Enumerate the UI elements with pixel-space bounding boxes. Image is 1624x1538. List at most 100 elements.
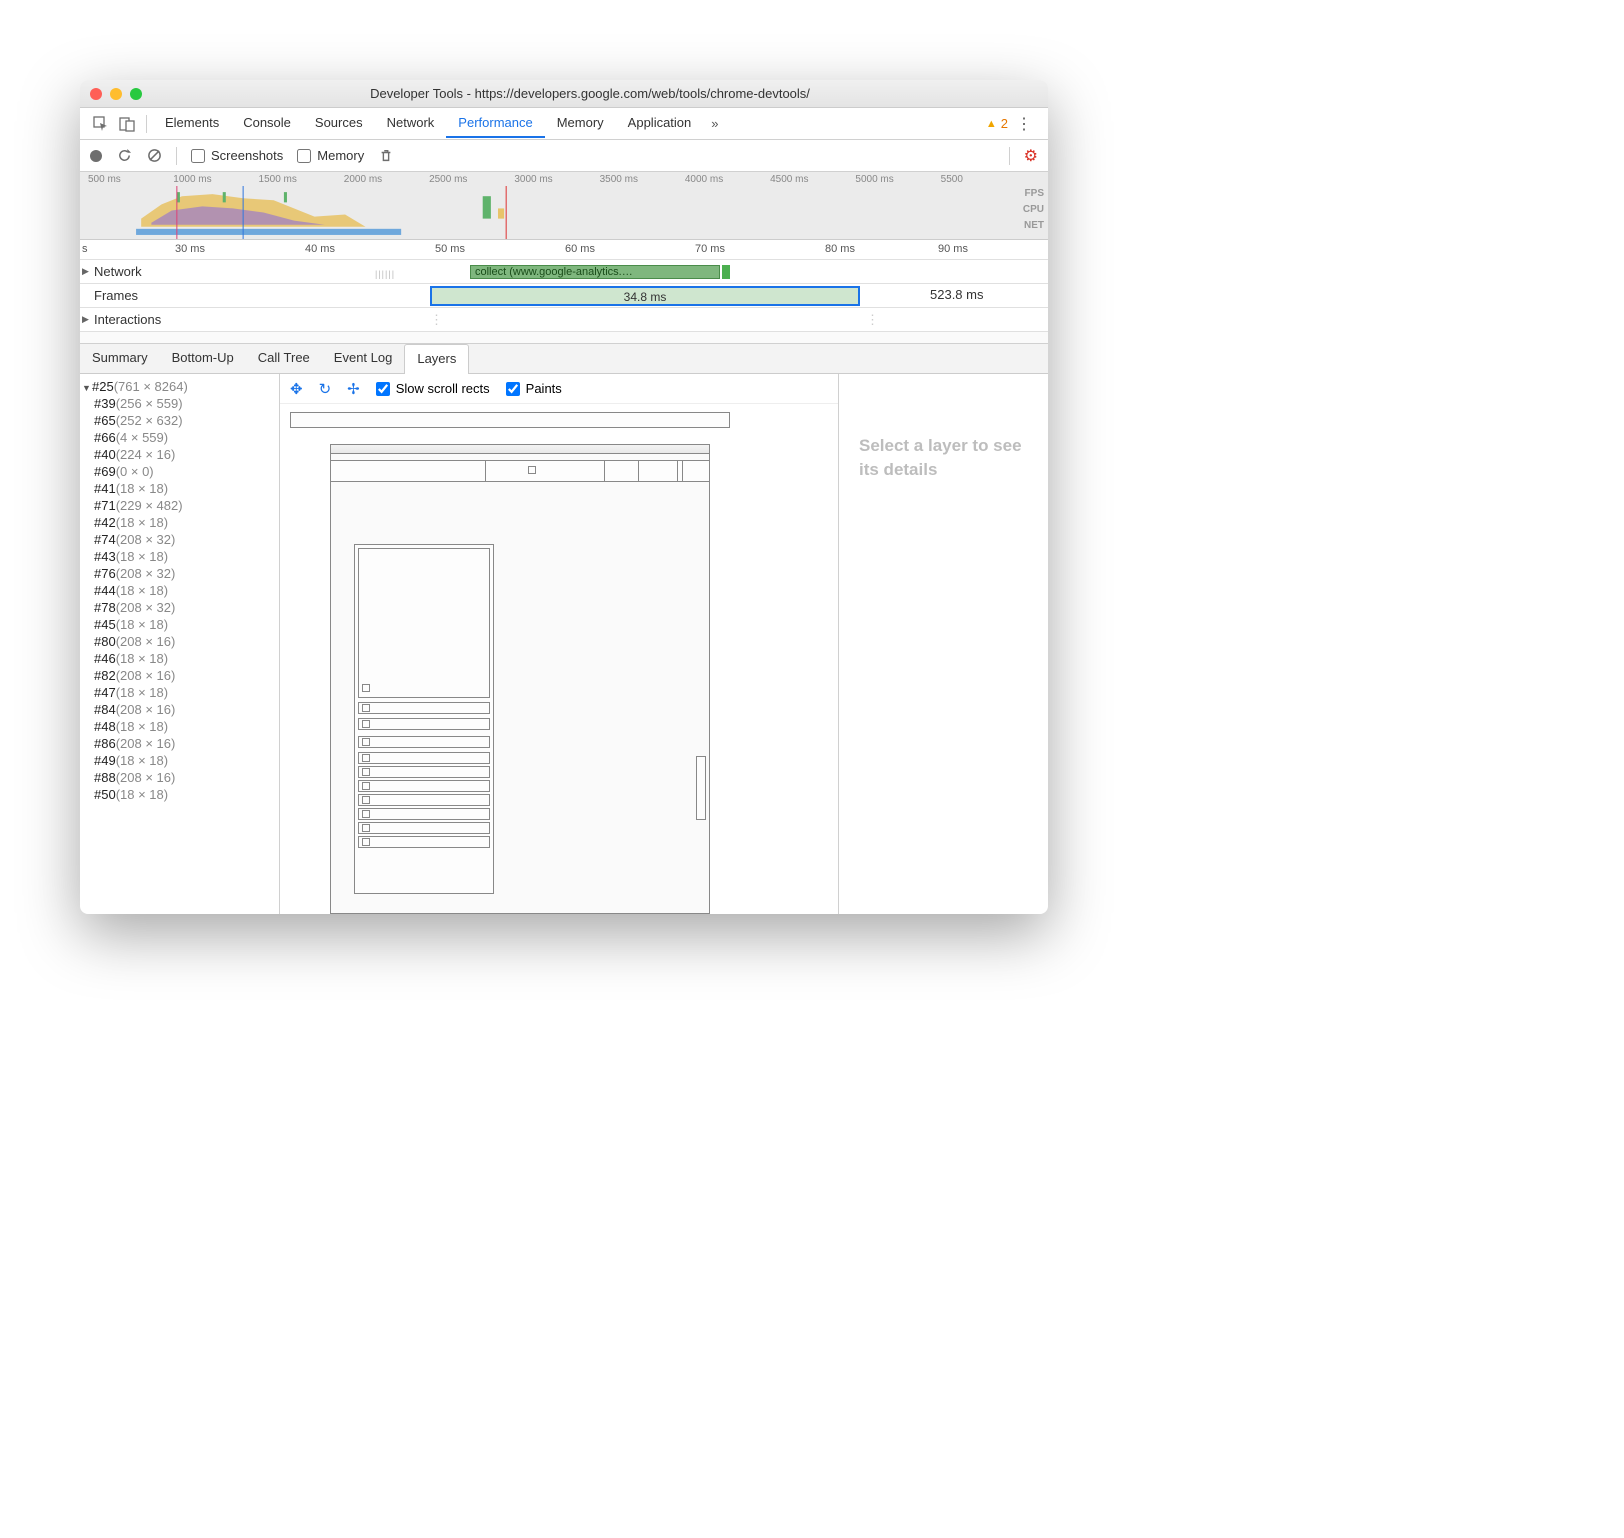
layer-tree-item[interactable]: #71(229 × 482) — [80, 497, 279, 514]
chevron-right-icon[interactable]: ▶ — [82, 266, 89, 277]
drag-handle-icon[interactable]: ⋮ — [866, 312, 879, 328]
record-icon[interactable] — [90, 150, 102, 162]
interactions-track[interactable]: ▶ Interactions ⋮ ⋮ — [80, 308, 1048, 332]
dtab-calltree[interactable]: Call Tree — [246, 344, 322, 373]
timeline-overview[interactable]: 500 ms 1000 ms 1500 ms 2000 ms 2500 ms 3… — [80, 172, 1048, 240]
layer-tree-item[interactable]: #50(18 × 18) — [80, 786, 279, 803]
layer-tree-item[interactable]: #88(208 × 16) — [80, 769, 279, 786]
layer-rect[interactable] — [358, 780, 490, 792]
layer-rect[interactable] — [362, 796, 370, 804]
layer-canvas[interactable] — [280, 404, 838, 914]
inspect-icon[interactable] — [88, 112, 114, 136]
layer-rect[interactable] — [358, 822, 490, 834]
rotate-icon[interactable]: ↻ — [319, 380, 332, 398]
screenshots-checkbox[interactable]: Screenshots — [191, 148, 283, 163]
dtab-bottomup[interactable]: Bottom-Up — [160, 344, 246, 373]
layer-tree-item[interactable]: #43(18 × 18) — [80, 548, 279, 565]
layer-tree-item[interactable]: #65(252 × 632) — [80, 412, 279, 429]
layer-rect[interactable] — [358, 752, 490, 764]
layer-tree-item[interactable]: #40(224 × 16) — [80, 446, 279, 463]
layer-rect[interactable] — [682, 460, 710, 482]
layer-tree-item[interactable]: #49(18 × 18) — [80, 752, 279, 769]
layer-tree-item[interactable]: #46(18 × 18) — [80, 650, 279, 667]
layer-rect[interactable] — [358, 794, 490, 806]
layer-rect[interactable] — [528, 466, 536, 474]
paints-checkbox[interactable]: Paints — [506, 381, 562, 396]
tab-application[interactable]: Application — [616, 109, 704, 138]
layer-tree[interactable]: ▼#25(761 × 8264)#39(256 × 559)#65(252 × … — [80, 374, 280, 914]
layer-rect[interactable] — [358, 808, 490, 820]
maximize-icon[interactable] — [130, 88, 142, 100]
layer-rect[interactable] — [362, 768, 370, 776]
layer-rect[interactable] — [362, 754, 370, 762]
dtab-summary[interactable]: Summary — [80, 344, 160, 373]
drag-handle-icon[interactable]: ⋮ — [430, 312, 443, 328]
network-request-bar[interactable]: collect (www.google-analytics.… — [470, 265, 720, 279]
layer-tree-item[interactable]: #66(4 × 559) — [80, 429, 279, 446]
layer-rect[interactable] — [362, 824, 370, 832]
layer-rect[interactable] — [485, 460, 605, 482]
memory-input[interactable] — [297, 149, 311, 163]
layer-tree-item[interactable]: #44(18 × 18) — [80, 582, 279, 599]
network-track[interactable]: ▶ Network |||||| collect (www.google-ana… — [80, 260, 1048, 284]
pan-icon[interactable]: ✥ — [290, 380, 303, 398]
layer-tree-item[interactable]: #39(256 × 559) — [80, 395, 279, 412]
kebab-menu-icon[interactable]: ⋮ — [1008, 114, 1040, 134]
tab-performance[interactable]: Performance — [446, 109, 544, 138]
close-icon[interactable] — [90, 88, 102, 100]
layer-rect[interactable] — [362, 738, 370, 746]
tab-elements[interactable]: Elements — [153, 109, 231, 138]
layer-rect[interactable] — [362, 704, 370, 712]
layer-tree-item[interactable]: #78(208 × 32) — [80, 599, 279, 616]
frames-track[interactable]: Frames 34.8 ms 523.8 ms — [80, 284, 1048, 308]
clear-icon[interactable] — [146, 148, 162, 164]
layer-tree-item[interactable]: #69(0 × 0) — [80, 463, 279, 480]
layer-rect[interactable] — [358, 718, 490, 730]
memory-checkbox[interactable]: Memory — [297, 148, 364, 163]
settings-gear-icon[interactable]: ⚙ — [1024, 146, 1038, 166]
warning-badge[interactable]: 2 — [986, 116, 1008, 131]
tab-memory[interactable]: Memory — [545, 109, 616, 138]
layer-rect[interactable] — [358, 736, 490, 748]
layer-rect[interactable] — [290, 412, 730, 428]
reload-icon[interactable] — [116, 148, 132, 164]
layer-rect[interactable] — [358, 702, 490, 714]
screenshots-input[interactable] — [191, 149, 205, 163]
frame-bar[interactable]: 34.8 ms — [430, 286, 860, 306]
layer-rect[interactable] — [358, 766, 490, 778]
panel-divider[interactable] — [80, 332, 1048, 344]
chevron-right-icon[interactable]: ▶ — [82, 314, 89, 325]
layer-tree-item[interactable]: #48(18 × 18) — [80, 718, 279, 735]
dtab-layers[interactable]: Layers — [404, 344, 469, 374]
layer-rect[interactable] — [358, 836, 490, 848]
paints-input[interactable] — [506, 382, 520, 396]
layer-tree-item[interactable]: #41(18 × 18) — [80, 480, 279, 497]
layer-tree-item[interactable]: #84(208 × 16) — [80, 701, 279, 718]
layer-tree-item[interactable]: #47(18 × 18) — [80, 684, 279, 701]
layer-rect[interactable] — [696, 756, 706, 820]
layer-tree-item[interactable]: #74(208 × 32) — [80, 531, 279, 548]
layer-tree-item[interactable]: #42(18 × 18) — [80, 514, 279, 531]
layer-rect[interactable] — [362, 838, 370, 846]
dtab-eventlog[interactable]: Event Log — [322, 344, 405, 373]
trash-icon[interactable] — [378, 148, 394, 164]
layer-rect[interactable] — [362, 720, 370, 728]
layer-rect[interactable] — [358, 548, 490, 698]
layer-tree-item[interactable]: #86(208 × 16) — [80, 735, 279, 752]
more-tabs-icon[interactable]: » — [703, 116, 726, 131]
minimize-icon[interactable] — [110, 88, 122, 100]
layer-rect[interactable] — [362, 684, 370, 692]
detail-ruler[interactable]: s 30 ms 40 ms 50 ms 60 ms 70 ms 80 ms 90… — [80, 240, 1048, 260]
slow-scroll-input[interactable] — [376, 382, 390, 396]
layer-rect[interactable] — [362, 810, 370, 818]
layer-rect[interactable] — [362, 782, 370, 790]
tab-console[interactable]: Console — [231, 109, 303, 138]
layer-tree-item[interactable]: #80(208 × 16) — [80, 633, 279, 650]
layer-rect[interactable] — [330, 444, 710, 454]
layer-tree-item[interactable]: #45(18 × 18) — [80, 616, 279, 633]
layer-rect[interactable] — [638, 460, 678, 482]
layer-tree-item[interactable]: #76(208 × 32) — [80, 565, 279, 582]
slow-scroll-checkbox[interactable]: Slow scroll rects — [376, 381, 490, 396]
tab-sources[interactable]: Sources — [303, 109, 375, 138]
reset-icon[interactable]: ✢ — [347, 380, 360, 398]
